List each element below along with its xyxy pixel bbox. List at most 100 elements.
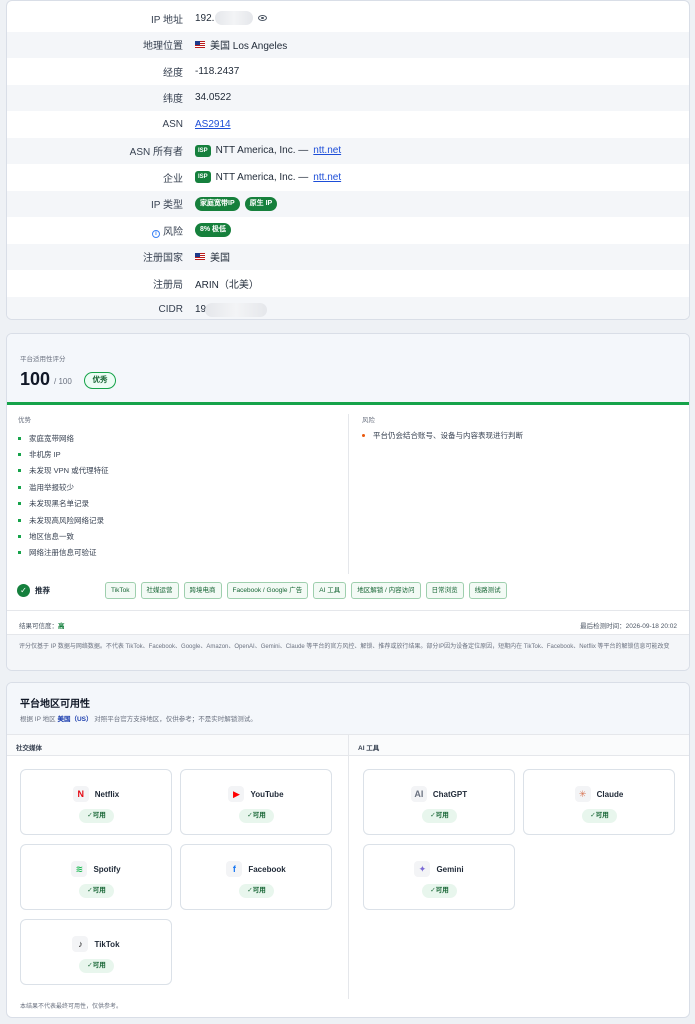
tag-native: 原生 IP [244, 196, 278, 211]
platform-card: 平台地区可用性 根据 IP 地区 美国（US） 对照平台官方支持地区，仅供参考；… [6, 682, 690, 1018]
label-asn-owner: ASN 所有者 [129, 147, 183, 159]
subtitle-region: 美国（US） [57, 716, 93, 723]
service-name-row: f Facebook [181, 861, 331, 877]
availability-badge: ✓可用 [79, 959, 114, 973]
score-header: 平台适用性评分 100 / 100 优秀 [7, 334, 689, 405]
pro-text: 未发现高风险网络记录 [29, 515, 104, 525]
row-latitude: 纬度 34.0522 [7, 84, 689, 111]
service-name-row: AI ChatGPT [364, 786, 514, 802]
info-icon[interactable]: i [152, 229, 160, 238]
longitude-value: -118.2437 [195, 65, 240, 77]
risks-title: 风险 [362, 417, 375, 424]
reg-country-value: 美国 [210, 253, 230, 265]
row-cidr: CIDR 19 [7, 296, 689, 319]
service-card-chatgpt: AI ChatGPT ✓可用 [363, 769, 515, 835]
service-name-row: N Netflix [21, 786, 171, 802]
score-meta: 结果可信度：高 最后检测时间：2026-09-18 20:02 [7, 610, 689, 634]
recommend-row: ✓ 推荐 TikTok 社媒运营 跨境电商 Facebook / Google 广告 A… [17, 579, 679, 601]
netflix-icon: N [72, 786, 89, 802]
row-reg-country: 注册国家 美国 [7, 243, 689, 270]
pro-item: 家庭宽带网络 [18, 430, 338, 446]
service-card-spotify: ≋ Spotify ✓可用 [20, 844, 172, 910]
service-name: ChatGPT [432, 789, 468, 799]
service-card-netflix: N Netflix ✓可用 [20, 769, 172, 835]
row-asn: ASN AS2914 [7, 111, 689, 138]
service-name: Gemini [436, 864, 464, 874]
bullet-icon [18, 551, 21, 555]
score-card: 平台适用性评分 100 / 100 优秀 优势 家庭宽带网络非机房 IP 未发现 … [6, 333, 690, 671]
service-name: YouTube [250, 789, 284, 799]
eye-icon[interactable] [258, 15, 268, 22]
confidence: 结果可信度：高 [19, 620, 65, 630]
pro-item: 地区信息一致 [18, 528, 338, 544]
pro-text: 未发现 VPN 或代理特征 [29, 466, 109, 476]
service-card-facebook: f Facebook ✓可用 [180, 844, 332, 910]
pro-text: 滥用举报较少 [29, 482, 74, 492]
row-risk: i 风险 8% 极低 [7, 217, 689, 244]
availability-badge: ✓可用 [239, 809, 274, 823]
pro-item: 未发现高风险网络记录 [18, 512, 338, 528]
service-name: Netflix [94, 789, 120, 799]
recommend-tag: 跨境电商 [183, 581, 222, 599]
ip-info-card: IP 地址 192. 地理位置 美国 Los Angeles 经度 -118.2… [6, 0, 690, 320]
row-location: 地理位置 美国 Los Angeles [7, 31, 689, 58]
service-name: Facebook [248, 864, 286, 874]
location-value: 美国 Los Angeles [210, 41, 288, 53]
service-name-row: ✦ Gemini [364, 861, 514, 877]
recommend-tag: 社媒运营 [140, 581, 179, 599]
recommend-tag: 地区解锁 / 内容访问 [351, 581, 421, 599]
platform-footer: 本结果不代表最终可用性，仅供参考。 [20, 1004, 123, 1010]
pros-title: 优势 [18, 417, 31, 424]
ai-section-label: AI 工具 [349, 734, 689, 756]
recommend-tag: TikTok [105, 581, 136, 599]
bullet-icon [18, 535, 21, 539]
row-company: 企业 ISP NTT America, Inc. — ntt.net [7, 164, 689, 191]
service-name-row: ✳ Claude [524, 786, 674, 802]
score-title: 平台适用性评分 [20, 356, 66, 363]
last-check-time: 最后检测时间：2026-09-18 20:02 [580, 623, 677, 630]
label-location: 地理位置 [143, 41, 183, 53]
service-name-row: ≋ Spotify [21, 861, 171, 877]
score-disclaimer: 评分仅基于 IP 数据与网络数据。不代表 TikTok、Facebook、Goo… [7, 634, 689, 670]
youtube-icon: ▶ [228, 786, 245, 802]
availability-badge: ✓可用 [582, 809, 617, 823]
score-grade-badge: 优秀 [84, 372, 116, 389]
ip-address-value: 192. [195, 12, 215, 24]
chatgpt-icon: AI [410, 786, 427, 802]
asn-link[interactable]: AS2914 [195, 119, 231, 130]
recommend-tags: TikTok 社媒运营 跨境电商 Facebook / Google 广告 AI 工具地… [105, 581, 512, 599]
company-value: NTT America, Inc. — [215, 171, 309, 183]
isp-badge: ISP [195, 144, 211, 157]
label-latitude: 纬度 [163, 94, 183, 106]
service-name-row: ♪ TikTok [21, 936, 171, 952]
gemini-icon: ✦ [414, 861, 431, 877]
bullet-icon [18, 485, 21, 489]
pro-item: 未发现黑名单记录 [18, 496, 338, 512]
claude-icon: ✳ [574, 786, 591, 802]
row-ip-type: IP 类型 家庭宽带IP 原生 IP [7, 190, 689, 217]
service-name: Claude [596, 789, 624, 799]
label-registry: 注册局 [153, 279, 183, 291]
availability-badge: ✓可用 [79, 809, 114, 823]
bullet-icon [18, 502, 21, 506]
bullet-icon [18, 518, 21, 522]
pro-text: 非机房 IP [29, 450, 61, 460]
service-name: Spotify [93, 864, 121, 874]
tiktok-icon: ♪ [72, 936, 89, 952]
subtitle-prefix: 根据 IP 地区 [20, 716, 56, 723]
bullet-icon [362, 434, 365, 437]
tag-residential: 家庭宽带IP [195, 196, 240, 211]
ip-address-blur [215, 11, 254, 26]
latitude-value: 34.0522 [195, 92, 232, 104]
spotify-icon: ≋ [71, 861, 88, 877]
score-max: / 100 [54, 377, 72, 386]
label-asn: ASN [162, 118, 183, 130]
facebook-icon: f [226, 861, 243, 877]
service-card-tiktok: ♪ TikTok ✓可用 [20, 919, 172, 985]
column-divider [348, 414, 349, 574]
service-name-row: ▶ YouTube [181, 786, 331, 802]
asn-owner-link[interactable]: ntt.net [313, 145, 341, 156]
row-asn-owner: ASN 所有者 ISP NTT America, Inc. — ntt.net [7, 137, 689, 164]
company-link[interactable]: ntt.net [313, 172, 341, 183]
registry-value: ARIN（北美） [195, 279, 259, 291]
